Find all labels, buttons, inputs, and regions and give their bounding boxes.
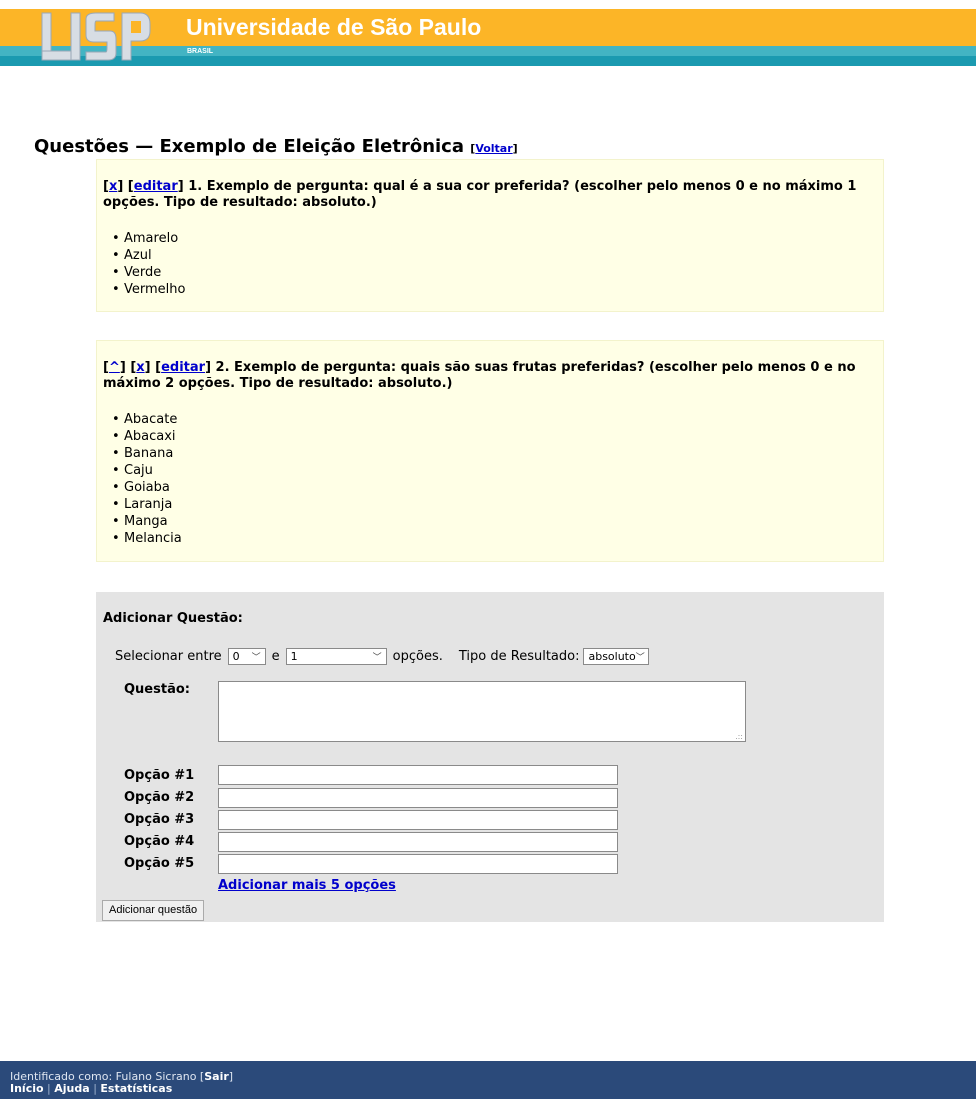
nav-separator: | (47, 1082, 51, 1095)
add-more-options-link[interactable]: Adicionar mais 5 opções (218, 878, 396, 893)
nav-stats-link[interactable]: Estatísticas (100, 1082, 172, 1095)
selection-row: Selecionar entre 0 ﹀ e 1 ﹀ opções. Tipo … (115, 648, 655, 665)
list-item: Banana (124, 445, 877, 462)
min-options-select[interactable]: 0 ﹀ (227, 648, 266, 665)
page-title-text: Questões — Exemplo de Eleição Eletrônica (34, 136, 464, 157)
edit-question-link[interactable]: editar (161, 360, 205, 375)
nav-help-link[interactable]: Ajuda (54, 1082, 89, 1095)
max-options-select[interactable]: 1 ﹀ (285, 648, 387, 665)
add-question-form: Adicionar Questão: Selecionar entre 0 ﹀ … (96, 592, 884, 922)
options-label: opções. (392, 649, 443, 664)
nav-home-link[interactable]: Início (10, 1082, 44, 1095)
min-options-value: 0 (232, 650, 240, 663)
list-item: Abacate (124, 411, 877, 428)
delete-question-link[interactable]: x (136, 360, 144, 375)
site-header: Universidade de São Paulo BRASIL (0, 0, 976, 68)
add-question-title: Adicionar Questão: (103, 611, 243, 626)
resize-grip-icon[interactable]: .:: (735, 732, 743, 741)
list-item: Verde (124, 264, 877, 281)
list-item: Melancia (124, 530, 877, 547)
page-title: Questões — Exemplo de Eleição Eletrônica… (34, 136, 518, 157)
chevron-down-icon: ﹀ (251, 653, 261, 663)
nav-separator: | (93, 1082, 97, 1095)
max-options-value: 1 (290, 650, 298, 663)
question-title: [x] [editar] 1. Exemplo de pergunta: qua… (103, 179, 857, 210)
result-type-value: absoluto (588, 650, 636, 663)
question-card: [x] [editar] 1. Exemplo de pergunta: qua… (96, 159, 884, 312)
list-item: Amarelo (124, 230, 877, 247)
logout-link[interactable]: Sair (204, 1070, 229, 1083)
add-question-button[interactable]: Adicionar questão (102, 900, 205, 921)
option-input-3[interactable] (218, 810, 618, 830)
list-item: Caju (124, 462, 877, 479)
option-list: Amarelo Azul Verde Vermelho (103, 230, 877, 298)
option-input-5[interactable] (218, 854, 618, 874)
question-text: 1. Exemplo de pergunta: qual é a sua cor… (103, 179, 857, 210)
question-field-label: Questão: (124, 682, 190, 697)
question-card: [^] [x] [editar] 2. Exemplo de pergunta:… (96, 340, 884, 562)
question-textarea[interactable]: .:: (218, 681, 746, 742)
back-link[interactable]: Voltar (475, 142, 512, 155)
option-input-4[interactable] (218, 832, 618, 852)
option-list: Abacate Abacaxi Banana Caju Goiaba Laran… (103, 411, 877, 547)
site-footer: Identificado como: Fulano Sicrano [Sair]… (0, 1061, 976, 1099)
question-text: 2. Exemplo de pergunta: quais são suas f… (103, 360, 856, 391)
list-item: Laranja (124, 496, 877, 513)
result-type-select[interactable]: absoluto ﹀ (583, 648, 650, 665)
option-label-4: Opção #4 (124, 834, 195, 849)
option-label-2: Opção #2 (124, 790, 195, 805)
list-item: Abacaxi (124, 428, 877, 445)
chevron-down-icon: ﹀ (372, 653, 382, 663)
list-item: Vermelho (124, 281, 877, 298)
delete-question-link[interactable]: x (109, 179, 117, 194)
site-subtitle: BRASIL (187, 48, 214, 55)
result-type-label: Tipo de Resultado: (458, 649, 580, 664)
select-between-label: Selecionar entre (115, 649, 222, 664)
list-item: Manga (124, 513, 877, 530)
edit-question-link[interactable]: editar (134, 179, 178, 194)
option-label-3: Opção #3 (124, 812, 195, 827)
chevron-down-icon: ﹀ (635, 653, 645, 663)
move-up-link[interactable]: ^ (109, 360, 120, 375)
option-label-1: Opção #1 (124, 768, 195, 783)
option-input-2[interactable] (218, 788, 618, 808)
list-item: Goiaba (124, 479, 877, 496)
option-label-5: Opção #5 (124, 856, 195, 871)
option-input-1[interactable] (218, 765, 618, 785)
question-title: [^] [x] [editar] 2. Exemplo de pergunta:… (103, 360, 856, 391)
footer-nav: Início | Ajuda | Estatísticas (10, 1083, 976, 1095)
and-label: e (271, 649, 280, 664)
site-title: Universidade de São Paulo (186, 14, 482, 40)
usp-logo[interactable] (40, 11, 152, 63)
list-item: Azul (124, 247, 877, 264)
